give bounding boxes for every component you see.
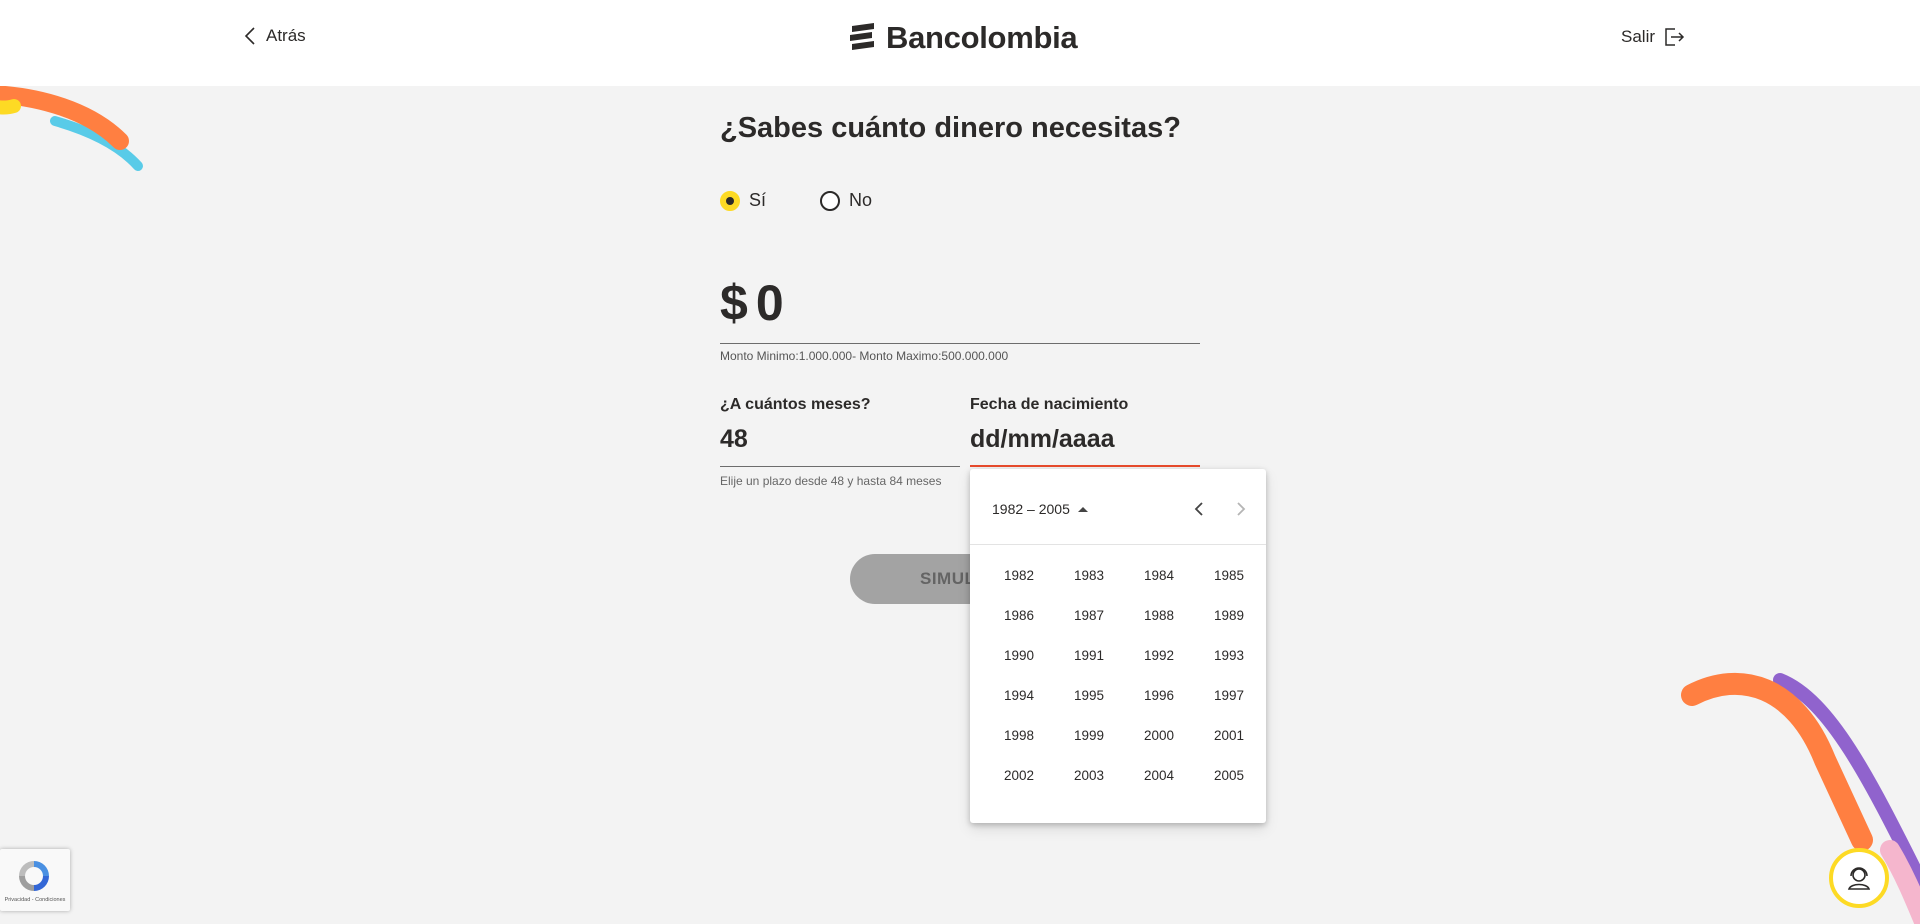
brand-name: Bancolombia — [886, 20, 1078, 55]
year-option[interactable]: 2004 — [1124, 755, 1194, 795]
caret-up-icon — [1077, 506, 1088, 512]
header: Atrás Bancolombia Salir — [0, 0, 1920, 86]
chevron-right-icon[interactable] — [1230, 499, 1250, 519]
year-option[interactable]: 1982 — [984, 555, 1054, 595]
year-option[interactable]: 1986 — [984, 595, 1054, 635]
year-option[interactable]: 1991 — [1054, 635, 1124, 675]
year-option[interactable]: 1997 — [1194, 675, 1264, 715]
recaptcha-icon — [19, 861, 49, 891]
year-option[interactable]: 1999 — [1054, 715, 1124, 755]
year-option[interactable]: 1985 — [1194, 555, 1264, 595]
exit-label: Salir — [1621, 27, 1656, 46]
year-option[interactable]: 2001 — [1194, 715, 1264, 755]
year-option[interactable]: 1990 — [984, 635, 1054, 675]
radio-option-yes[interactable]: Sí — [720, 190, 766, 211]
recaptcha-badge[interactable]: Privacidad - Condiciones — [0, 849, 70, 911]
year-option[interactable]: 2002 — [984, 755, 1054, 795]
months-label: ¿A cuántos meses? — [720, 396, 871, 413]
amount-hint: Monto Minimo:1.000.000- Monto Maximo:500… — [720, 349, 1009, 363]
exit-button[interactable]: Salir — [1621, 26, 1685, 48]
decorative-stripes-left — [0, 86, 143, 171]
radio-checked-icon[interactable] — [720, 190, 740, 211]
amount-input[interactable]: $ 0 — [720, 262, 1200, 344]
year-option[interactable]: 2003 — [1054, 755, 1124, 795]
months-hint: Elije un plazo desde 48 y hasta 84 meses — [720, 474, 942, 488]
chevron-left-icon[interactable] — [1190, 499, 1210, 519]
amount-known-radio-group: Sí No — [720, 190, 872, 211]
birthdate-label: Fecha de nacimiento — [970, 396, 1129, 413]
amount-value[interactable]: 0 — [756, 274, 784, 332]
year-picker-header: 1982 – 2005 — [970, 469, 1266, 545]
period-toggle-button[interactable]: 1982 – 2005 — [992, 501, 1088, 517]
year-option[interactable]: 1987 — [1054, 595, 1124, 635]
radio-unchecked-icon[interactable] — [820, 190, 841, 211]
radio-option-no[interactable]: No — [820, 190, 872, 211]
year-option[interactable]: 1998 — [984, 715, 1054, 755]
radio-label-no: No — [849, 190, 873, 210]
year-option[interactable]: 1996 — [1124, 675, 1194, 715]
year-option[interactable]: 1993 — [1194, 635, 1264, 675]
bancolombia-logo: Bancolombia — [848, 20, 1078, 56]
year-option[interactable]: 1989 — [1194, 595, 1264, 635]
year-option[interactable]: 1995 — [1054, 675, 1124, 715]
back-label: Atrás — [266, 26, 306, 45]
year-option[interactable]: 1984 — [1124, 555, 1194, 595]
assistant-icon — [1847, 867, 1871, 890]
year-option[interactable]: 1994 — [984, 675, 1054, 715]
months-input[interactable]: 48 — [720, 419, 960, 467]
year-option[interactable]: 1992 — [1124, 635, 1194, 675]
page-title: ¿Sabes cuánto dinero necesitas? — [720, 112, 1181, 144]
year-option[interactable]: 2000 — [1124, 715, 1194, 755]
year-grid: 1982 1983 1984 1985 1986 1987 1988 1989 1990 1991… — [984, 555, 1264, 795]
year-picker: 1982 – 2005 1982 1983 1984 1985 1986 1987 1988… — [970, 469, 1266, 823]
year-option[interactable]: 2005 — [1194, 755, 1264, 795]
period-label: 1982 – 2005 — [992, 501, 1070, 517]
bancolombia-logo-icon — [850, 23, 874, 50]
back-button[interactable]: Atrás — [244, 26, 306, 46]
year-option[interactable]: 1988 — [1124, 595, 1194, 635]
recaptcha-text[interactable]: Privacidad - Condiciones — [0, 897, 70, 903]
help-assistant-button[interactable] — [1829, 848, 1889, 908]
chevron-left-icon — [244, 27, 255, 45]
logout-icon — [1665, 28, 1685, 46]
birthdate-input[interactable]: dd/mm/aaaa — [970, 419, 1200, 467]
radio-label-yes: Sí — [749, 190, 767, 210]
year-option[interactable]: 1983 — [1054, 555, 1124, 595]
currency-symbol: $ — [720, 274, 748, 331]
